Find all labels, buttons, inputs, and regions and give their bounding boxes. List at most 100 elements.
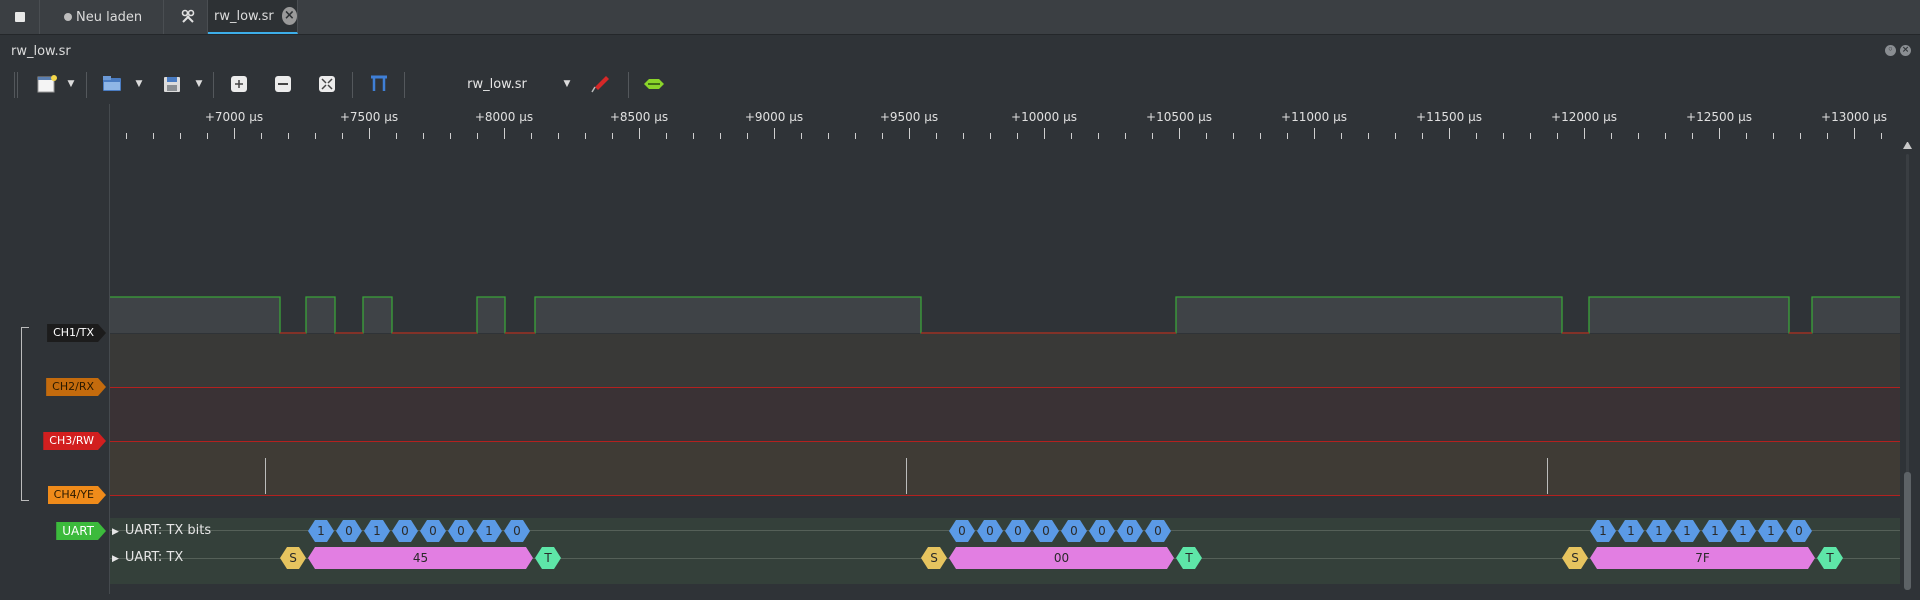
ruler-minor-tick (261, 133, 262, 139)
probe-button[interactable] (588, 72, 614, 96)
ruler-major-tick (1044, 128, 1045, 139)
data-byte[interactable]: 45 (308, 547, 533, 569)
ch4-pulse (906, 458, 907, 494)
channel-label-ch2[interactable]: CH2/RX (46, 378, 106, 396)
decoder-row-bits-label: UART: TX bits (124, 523, 212, 538)
ruler-minor-tick (126, 133, 127, 139)
ruler-major-tick (1314, 128, 1315, 139)
stop-square-icon (14, 12, 25, 22)
ruler-minor-tick (207, 133, 208, 139)
scroll-thumb[interactable] (1904, 472, 1911, 590)
expand-arrow-icon[interactable]: ▶ (112, 527, 119, 537)
ruler-minor-tick (1476, 133, 1477, 139)
zoom-best-icon (319, 76, 335, 92)
tab-file-label: rw_low.sr (214, 8, 274, 24)
zoom-best-button[interactable] (316, 72, 338, 96)
device-select[interactable]: rw_low.sr (412, 72, 582, 96)
ruler-minor-tick (1611, 133, 1612, 139)
open-file-dropdown[interactable]: ▼ (134, 72, 144, 96)
ruler-minor-tick (423, 133, 424, 139)
new-session-dropdown[interactable]: ▼ (66, 72, 76, 96)
decoder-row-tx[interactable]: ▶ UART: TX (112, 550, 183, 565)
cursor-button[interactable] (367, 72, 391, 96)
ruler-minor-tick (1557, 133, 1558, 139)
close-window-icon[interactable]: × (1900, 45, 1911, 56)
ruler-minor-tick (1098, 133, 1099, 139)
ruler-minor-tick (342, 133, 343, 139)
open-file-icon (103, 76, 121, 91)
tab-file[interactable]: rw_low.sr × (208, 0, 298, 34)
zoom-fit-button[interactable] (228, 72, 250, 96)
ruler-major-tick (774, 128, 775, 139)
gutter-divider (109, 104, 110, 594)
zoom-one-icon (275, 76, 291, 92)
float-window-icon[interactable]: ◦ (1885, 45, 1896, 56)
ruler-minor-tick (450, 133, 451, 139)
device-select-arrow[interactable]: ▼ (560, 72, 574, 96)
ruler-minor-tick (531, 133, 532, 139)
ruler-major-tick (909, 128, 910, 139)
ruler-minor-tick (1395, 133, 1396, 139)
ch2-low-line (110, 387, 1900, 388)
ch4-low-line (110, 495, 1900, 496)
ch4-area (110, 442, 1900, 496)
save-dropdown[interactable]: ▼ (194, 72, 204, 96)
ruler-minor-tick (1800, 133, 1801, 139)
expand-arrow-icon[interactable]: ▶ (112, 554, 119, 564)
ruler-label: +13000 µs (1821, 110, 1887, 124)
zoom-one-button[interactable] (272, 72, 294, 96)
ruler-minor-tick (1773, 133, 1774, 139)
ruler-minor-tick (153, 133, 154, 139)
channel-label-ch1[interactable]: CH1/TX (47, 324, 106, 342)
tab-bar: Neu laden rw_low.sr × (0, 0, 1920, 35)
ruler-minor-tick (1665, 133, 1666, 139)
open-file-button[interactable] (99, 72, 125, 96)
ruler-major-tick (1719, 128, 1720, 139)
close-tab-icon[interactable]: × (281, 7, 297, 25)
channel-label-ch3[interactable]: CH3/RW (43, 432, 106, 450)
ruler-minor-tick (1287, 133, 1288, 139)
ruler-minor-tick (1125, 133, 1126, 139)
decoder-label-uart[interactable]: UART (56, 522, 106, 540)
ruler-minor-tick (1638, 133, 1639, 139)
ruler-minor-tick (1368, 133, 1369, 139)
ruler-minor-tick (720, 133, 721, 139)
ruler-major-tick (1179, 128, 1180, 139)
ch2-area (110, 334, 1900, 388)
new-session-button[interactable] (34, 72, 60, 96)
time-ruler[interactable]: +7000 µs +7500 µs +8000 µs +8500 µs +900… (110, 104, 1910, 144)
ruler-major-tick (234, 128, 235, 139)
ch4-pulse (265, 458, 266, 494)
ruler-minor-tick (315, 133, 316, 139)
save-button[interactable] (159, 72, 185, 96)
ruler-label: +10000 µs (1011, 110, 1077, 124)
decoder-button[interactable] (640, 72, 668, 96)
scroll-up-arrow-icon[interactable] (1903, 142, 1912, 149)
ruler-label: +12000 µs (1551, 110, 1617, 124)
tab-reload[interactable]: Neu laden (44, 0, 164, 34)
ruler-major-tick (1584, 128, 1585, 139)
ruler-minor-tick (396, 133, 397, 139)
tab-settings[interactable] (168, 0, 208, 34)
ruler-label: +9500 µs (879, 110, 939, 124)
ruler-minor-tick (1422, 133, 1423, 139)
vertical-scrollbar[interactable] (1903, 142, 1912, 590)
ruler-minor-tick (963, 133, 964, 139)
toolbar: ▼ ▼ ▼ rw_low.sr ▼ (0, 64, 1920, 104)
ruler-major-tick (639, 128, 640, 139)
probe-icon (591, 76, 609, 93)
channel-label-ch4[interactable]: CH4/YE (48, 486, 106, 504)
data-byte[interactable]: 7F (1590, 547, 1815, 569)
ruler-minor-tick (1017, 133, 1018, 139)
zoom-fit-icon (231, 76, 247, 92)
tools-icon (181, 9, 194, 23)
ruler-minor-tick (612, 133, 613, 139)
decoder-row-bits[interactable]: ▶ UART: TX bits (112, 523, 211, 538)
data-byte[interactable]: 00 (949, 547, 1174, 569)
ruler-minor-tick (801, 133, 802, 139)
ruler-minor-tick (1341, 133, 1342, 139)
new-session-icon (37, 75, 57, 93)
ruler-label: +11500 µs (1416, 110, 1482, 124)
tab-square[interactable] (0, 0, 40, 34)
ruler-minor-tick (1206, 133, 1207, 139)
